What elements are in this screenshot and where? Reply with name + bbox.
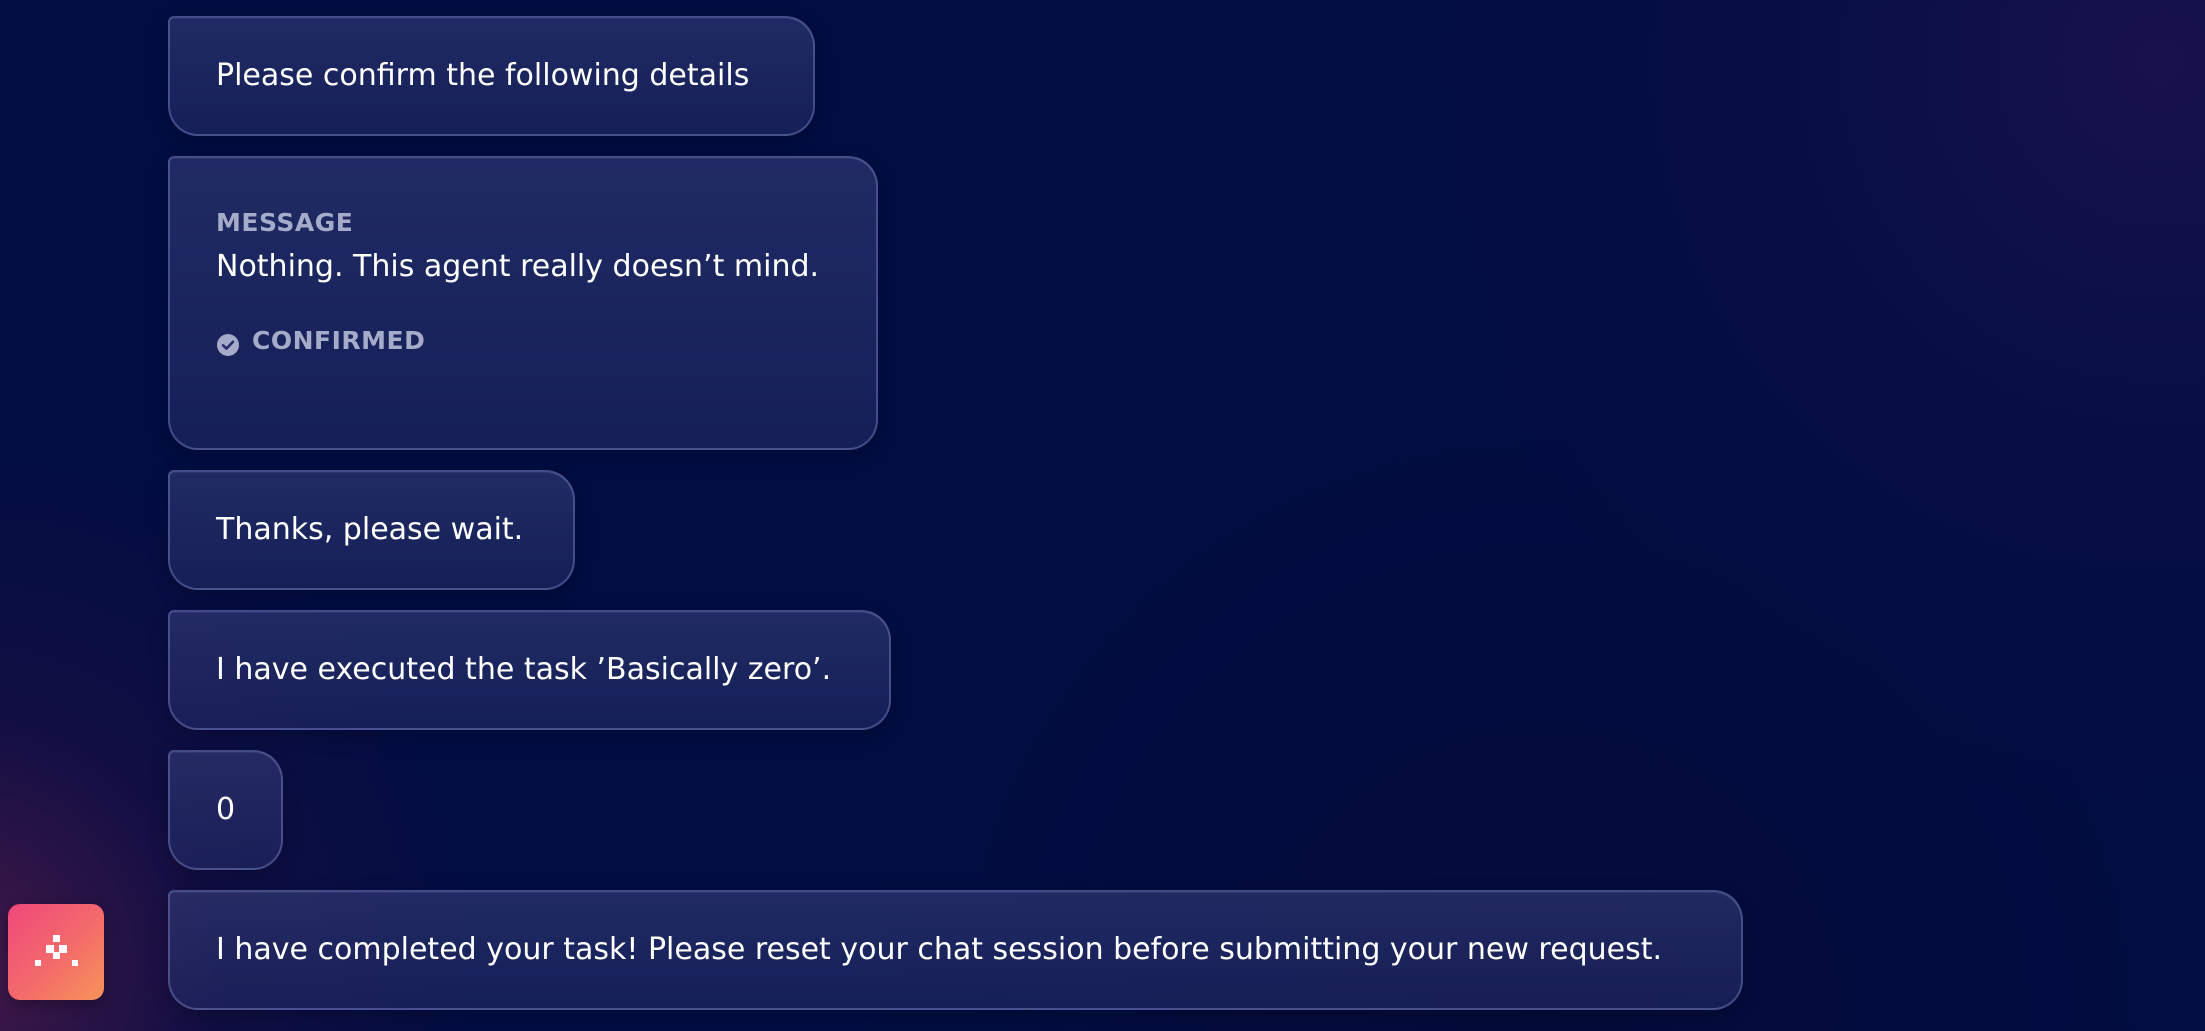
agent-message-bubble: Please confirm the following details <box>168 16 815 136</box>
agent-message-bubble: 0 <box>168 750 283 870</box>
message-text: Please confirm the following details <box>216 58 750 93</box>
agent-message-bubble: Thanks, please wait. <box>168 470 575 590</box>
message-text: I have executed the task ’Basically zero… <box>216 652 832 687</box>
status-label: CONFIRMED <box>252 326 426 355</box>
detail-label: MESSAGE <box>216 208 354 237</box>
agent-dots-icon <box>35 935 78 966</box>
agent-avatar <box>8 904 104 1000</box>
message-text: I have completed your task! Please reset… <box>216 932 1663 967</box>
agent-message-bubble: I have executed the task ’Basically zero… <box>168 610 891 730</box>
agent-message-bubble: I have completed your task! Please reset… <box>168 890 1743 1010</box>
check-circle-icon <box>216 329 240 356</box>
confirmation-status: CONFIRMED <box>216 326 830 356</box>
message-text: Thanks, please wait. <box>216 512 524 547</box>
detail-value: Nothing. This agent really doesn’t mind. <box>216 249 820 284</box>
message-text: 0 <box>216 792 236 827</box>
confirmation-details-card: MESSAGE Nothing. This agent really doesn… <box>168 156 878 450</box>
